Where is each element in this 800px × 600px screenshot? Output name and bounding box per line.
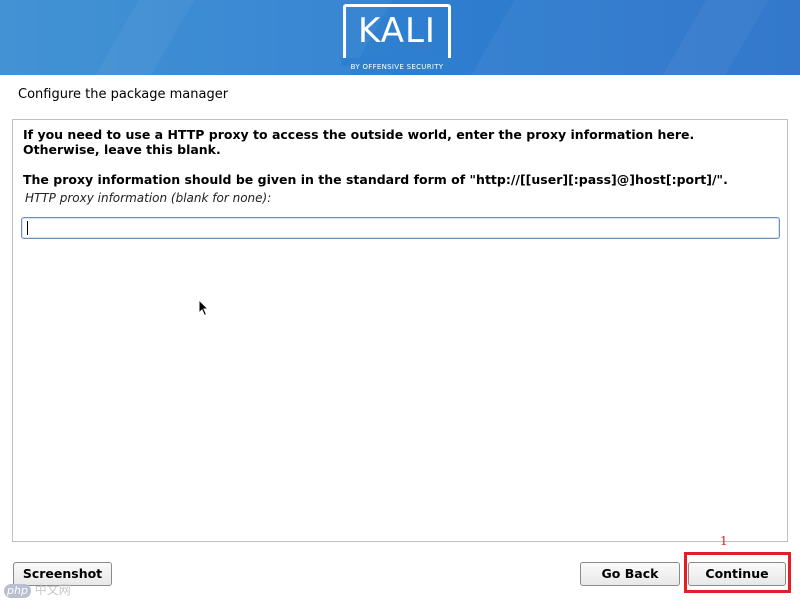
description-line: The proxy information should be given in… xyxy=(23,172,728,187)
mouse-pointer-icon xyxy=(198,299,210,317)
text-caret xyxy=(27,221,28,235)
header-banner: KALI BY OFFENSIVE SECURITY xyxy=(0,0,800,75)
watermark: php 中文网 xyxy=(4,582,71,598)
kali-logo: KALI xyxy=(343,4,451,64)
proxy-input[interactable] xyxy=(21,217,780,239)
page-title: Configure the package manager xyxy=(18,87,229,102)
go-back-button[interactable]: Go Back xyxy=(580,562,680,586)
annotation-number: 1 xyxy=(720,534,728,548)
content-panel: If you need to use a HTTP proxy to acces… xyxy=(12,119,788,542)
watermark-badge: php xyxy=(4,584,31,598)
logo-subtitle: BY OFFENSIVE SECURITY xyxy=(350,63,444,71)
installer-window: KALI BY OFFENSIVE SECURITY Configure the… xyxy=(0,0,800,600)
annotation-highlight-box xyxy=(684,552,791,593)
logo-text: KALI xyxy=(358,11,436,51)
watermark-text: 中文网 xyxy=(34,583,71,597)
proxy-field-label: HTTP proxy information (blank for none): xyxy=(25,191,272,205)
description-line: If you need to use a HTTP proxy to acces… xyxy=(23,127,695,142)
description-line: Otherwise, leave this blank. xyxy=(23,142,221,157)
